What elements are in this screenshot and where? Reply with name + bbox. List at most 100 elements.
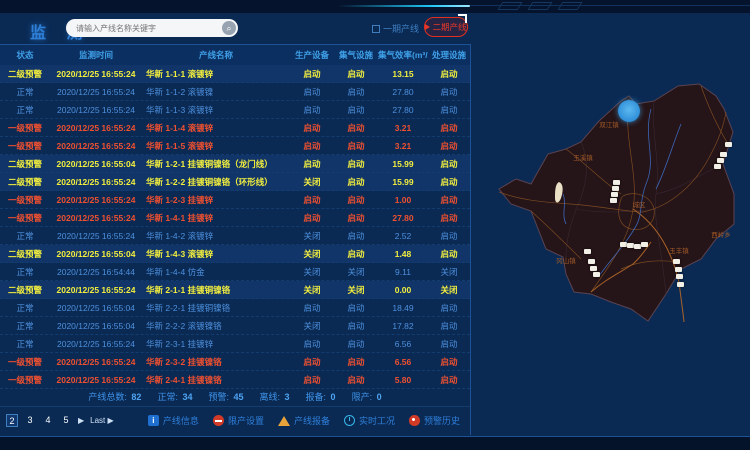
table-row[interactable]: 正常2020/12/25 16:55:24华新 1-4-2 滚镀锌关闭启动2.5…: [0, 227, 470, 245]
highlighted-site-marker[interactable]: [618, 100, 640, 122]
facility-marker[interactable]: [714, 164, 721, 169]
realtime-status-button[interactable]: 实时工况: [344, 414, 395, 427]
page-button[interactable]: 4: [42, 414, 54, 427]
facility-marker[interactable]: [584, 249, 591, 254]
restrict-settings-button[interactable]: 限产设置: [213, 414, 264, 427]
gas-cell: 启动: [334, 104, 378, 116]
table-row[interactable]: 正常2020/12/25 16:55:04华新 2-2-1 挂镀铜镍铬启动启动1…: [0, 299, 470, 317]
rate-cell: 13.15: [378, 69, 428, 79]
device-cell: 关闭: [290, 284, 334, 296]
table-row[interactable]: 正常2020/12/25 16:55:24华新 1-1-2 滚镀镍启动启动27.…: [0, 83, 470, 101]
facility-marker[interactable]: [620, 242, 627, 247]
page-button[interactable]: 2: [6, 414, 18, 427]
facility-marker[interactable]: [634, 244, 641, 249]
facility-marker[interactable]: [717, 158, 724, 163]
time-cell: 2020/12/25 16:55:04: [50, 249, 142, 259]
facility-marker[interactable]: [588, 259, 595, 264]
info-icon: i: [148, 415, 159, 426]
facility-marker[interactable]: [675, 267, 682, 272]
table-body: 二级预警2020/12/25 16:55:24华新 1-1-1 滚镀锌启动启动1…: [0, 65, 470, 389]
rate-cell: 3.21: [378, 123, 428, 133]
treat-cell: 启动: [428, 302, 470, 314]
treat-cell: 关闭: [428, 266, 470, 278]
facility-marker[interactable]: [673, 259, 680, 264]
facility-marker[interactable]: [613, 180, 620, 185]
rate-cell: 1.48: [378, 249, 428, 259]
table-row[interactable]: 二级预警2020/12/25 16:55:24华新 1-2-2 挂镀铜镍铬（环形…: [0, 173, 470, 191]
facility-marker[interactable]: [593, 272, 600, 277]
restrict-icon: [213, 415, 224, 426]
time-cell: 2020/12/25 16:55:24: [50, 177, 142, 187]
treat-cell: 启动: [428, 230, 470, 242]
summary-item: 正常: 34: [157, 390, 192, 403]
device-cell: 启动: [290, 68, 334, 80]
gas-cell: 启动: [334, 356, 378, 368]
treat-cell: 启动: [428, 140, 470, 152]
phase1-checkbox[interactable]: 一期产线: [372, 22, 419, 35]
facility-marker[interactable]: [677, 282, 684, 287]
glow-line: [338, 5, 470, 7]
status-cell: 一级预警: [0, 140, 50, 152]
facility-marker[interactable]: [612, 186, 619, 191]
table-row[interactable]: 一级预警2020/12/25 16:55:24华新 1-4-1 挂镀锌启动启动2…: [0, 209, 470, 227]
table-header-row: 状态监测时间产线名称生产设备集气设施集气效率(m³/s)处理设施: [0, 45, 470, 65]
facility-marker[interactable]: [720, 152, 727, 157]
gas-cell: 启动: [334, 158, 378, 170]
time-cell: 2020/12/25 16:55:24: [50, 231, 142, 241]
name-cell: 华新 1-1-5 滚镀锌: [142, 140, 290, 152]
table-row[interactable]: 正常2020/12/25 16:54:44华新 1-4-4 仿金关闭关闭9.11…: [0, 263, 470, 281]
table-row[interactable]: 一级预警2020/12/25 16:55:24华新 1-2-3 挂镀锌启动启动1…: [0, 191, 470, 209]
facility-marker[interactable]: [676, 274, 683, 279]
table-row[interactable]: 二级预警2020/12/25 16:55:24华新 1-1-1 滚镀锌启动启动1…: [0, 65, 470, 83]
name-cell: 华新 1-1-1 滚镀锌: [142, 68, 290, 80]
table-row[interactable]: 一级预警2020/12/25 16:55:24华新 2-4-1 挂镀镍铬启动启动…: [0, 371, 470, 389]
name-cell: 华新 1-1-4 滚镀锌: [142, 122, 290, 134]
table-row[interactable]: 一级预警2020/12/25 16:55:24华新 1-1-4 滚镀锌启动启动3…: [0, 119, 470, 137]
name-cell: 华新 1-4-2 滚镀锌: [142, 230, 290, 242]
status-cell: 一级预警: [0, 374, 50, 386]
table-row[interactable]: 正常2020/12/25 16:55:04华新 2-2-2 滚镀镍铬关闭启动17…: [0, 317, 470, 335]
last-page-button[interactable]: Last ▶: [90, 416, 114, 425]
summary-item: 离线: 3: [260, 390, 290, 403]
header: 监 测 ⌕ 一期产线 二期产线: [0, 13, 750, 44]
device-cell: 关闭: [290, 266, 334, 278]
region-map[interactable]: 双江镇玉溪镇城区西岭乡玉丰镇冈山镇: [471, 54, 750, 354]
facility-marker[interactable]: [611, 192, 618, 197]
map-svg: [471, 54, 750, 354]
time-cell: 2020/12/25 16:55:24: [50, 285, 142, 295]
table-row[interactable]: 一级预警2020/12/25 16:55:24华新 2-3-2 挂镀镍铬启动启动…: [0, 353, 470, 371]
rate-cell: 17.82: [378, 321, 428, 331]
facility-marker[interactable]: [725, 142, 732, 147]
gas-cell: 启动: [334, 86, 378, 98]
search-icon[interactable]: ⌕: [222, 21, 236, 35]
gas-cell: 关闭: [334, 266, 378, 278]
line-report-button[interactable]: 产线报备: [278, 414, 330, 427]
facility-marker[interactable]: [641, 242, 648, 247]
page-button[interactable]: 5: [60, 414, 72, 427]
table-row[interactable]: 正常2020/12/25 16:55:24华新 1-1-3 滚镀锌启动启动27.…: [0, 101, 470, 119]
checkbox-icon: [372, 25, 380, 33]
facility-marker[interactable]: [627, 243, 634, 248]
search-input[interactable]: [76, 24, 222, 33]
summary-item: 产线总数: 82: [88, 390, 141, 403]
name-cell: 华新 1-1-3 滚镀锌: [142, 104, 290, 116]
table-row[interactable]: 二级预警2020/12/25 16:55:04华新 1-2-1 挂镀铜镍铬（龙门…: [0, 155, 470, 173]
next-page-button[interactable]: ▶: [78, 416, 84, 425]
table-row[interactable]: 正常2020/12/25 16:55:24华新 2-3-1 挂镀锌启动启动6.5…: [0, 335, 470, 353]
column-header: 生产设备: [290, 49, 334, 61]
facility-marker[interactable]: [610, 198, 617, 203]
alarm-history-button[interactable]: 预警历史: [409, 414, 460, 427]
facility-marker[interactable]: [590, 266, 597, 271]
rate-cell: 27.80: [378, 105, 428, 115]
table-row[interactable]: 二级预警2020/12/25 16:55:24华新 2-1-1 挂镀铜镍铬关闭关…: [0, 281, 470, 299]
line-info-button[interactable]: i产线信息: [148, 414, 199, 427]
column-header: 监测时间: [50, 49, 142, 61]
gas-cell: 关闭: [334, 284, 378, 296]
name-cell: 华新 2-1-1 挂镀铜镍铬: [142, 284, 290, 296]
table-row[interactable]: 一级预警2020/12/25 16:55:24华新 1-1-5 滚镀锌启动启动3…: [0, 137, 470, 155]
treat-cell: 启动: [428, 320, 470, 332]
status-cell: 二级预警: [0, 284, 50, 296]
page-button[interactable]: 3: [24, 414, 36, 427]
table-row[interactable]: 二级预警2020/12/25 16:55:04华新 1-4-3 滚镀锌关闭启动1…: [0, 245, 470, 263]
name-cell: 华新 2-4-1 挂镀镍铬: [142, 374, 290, 386]
